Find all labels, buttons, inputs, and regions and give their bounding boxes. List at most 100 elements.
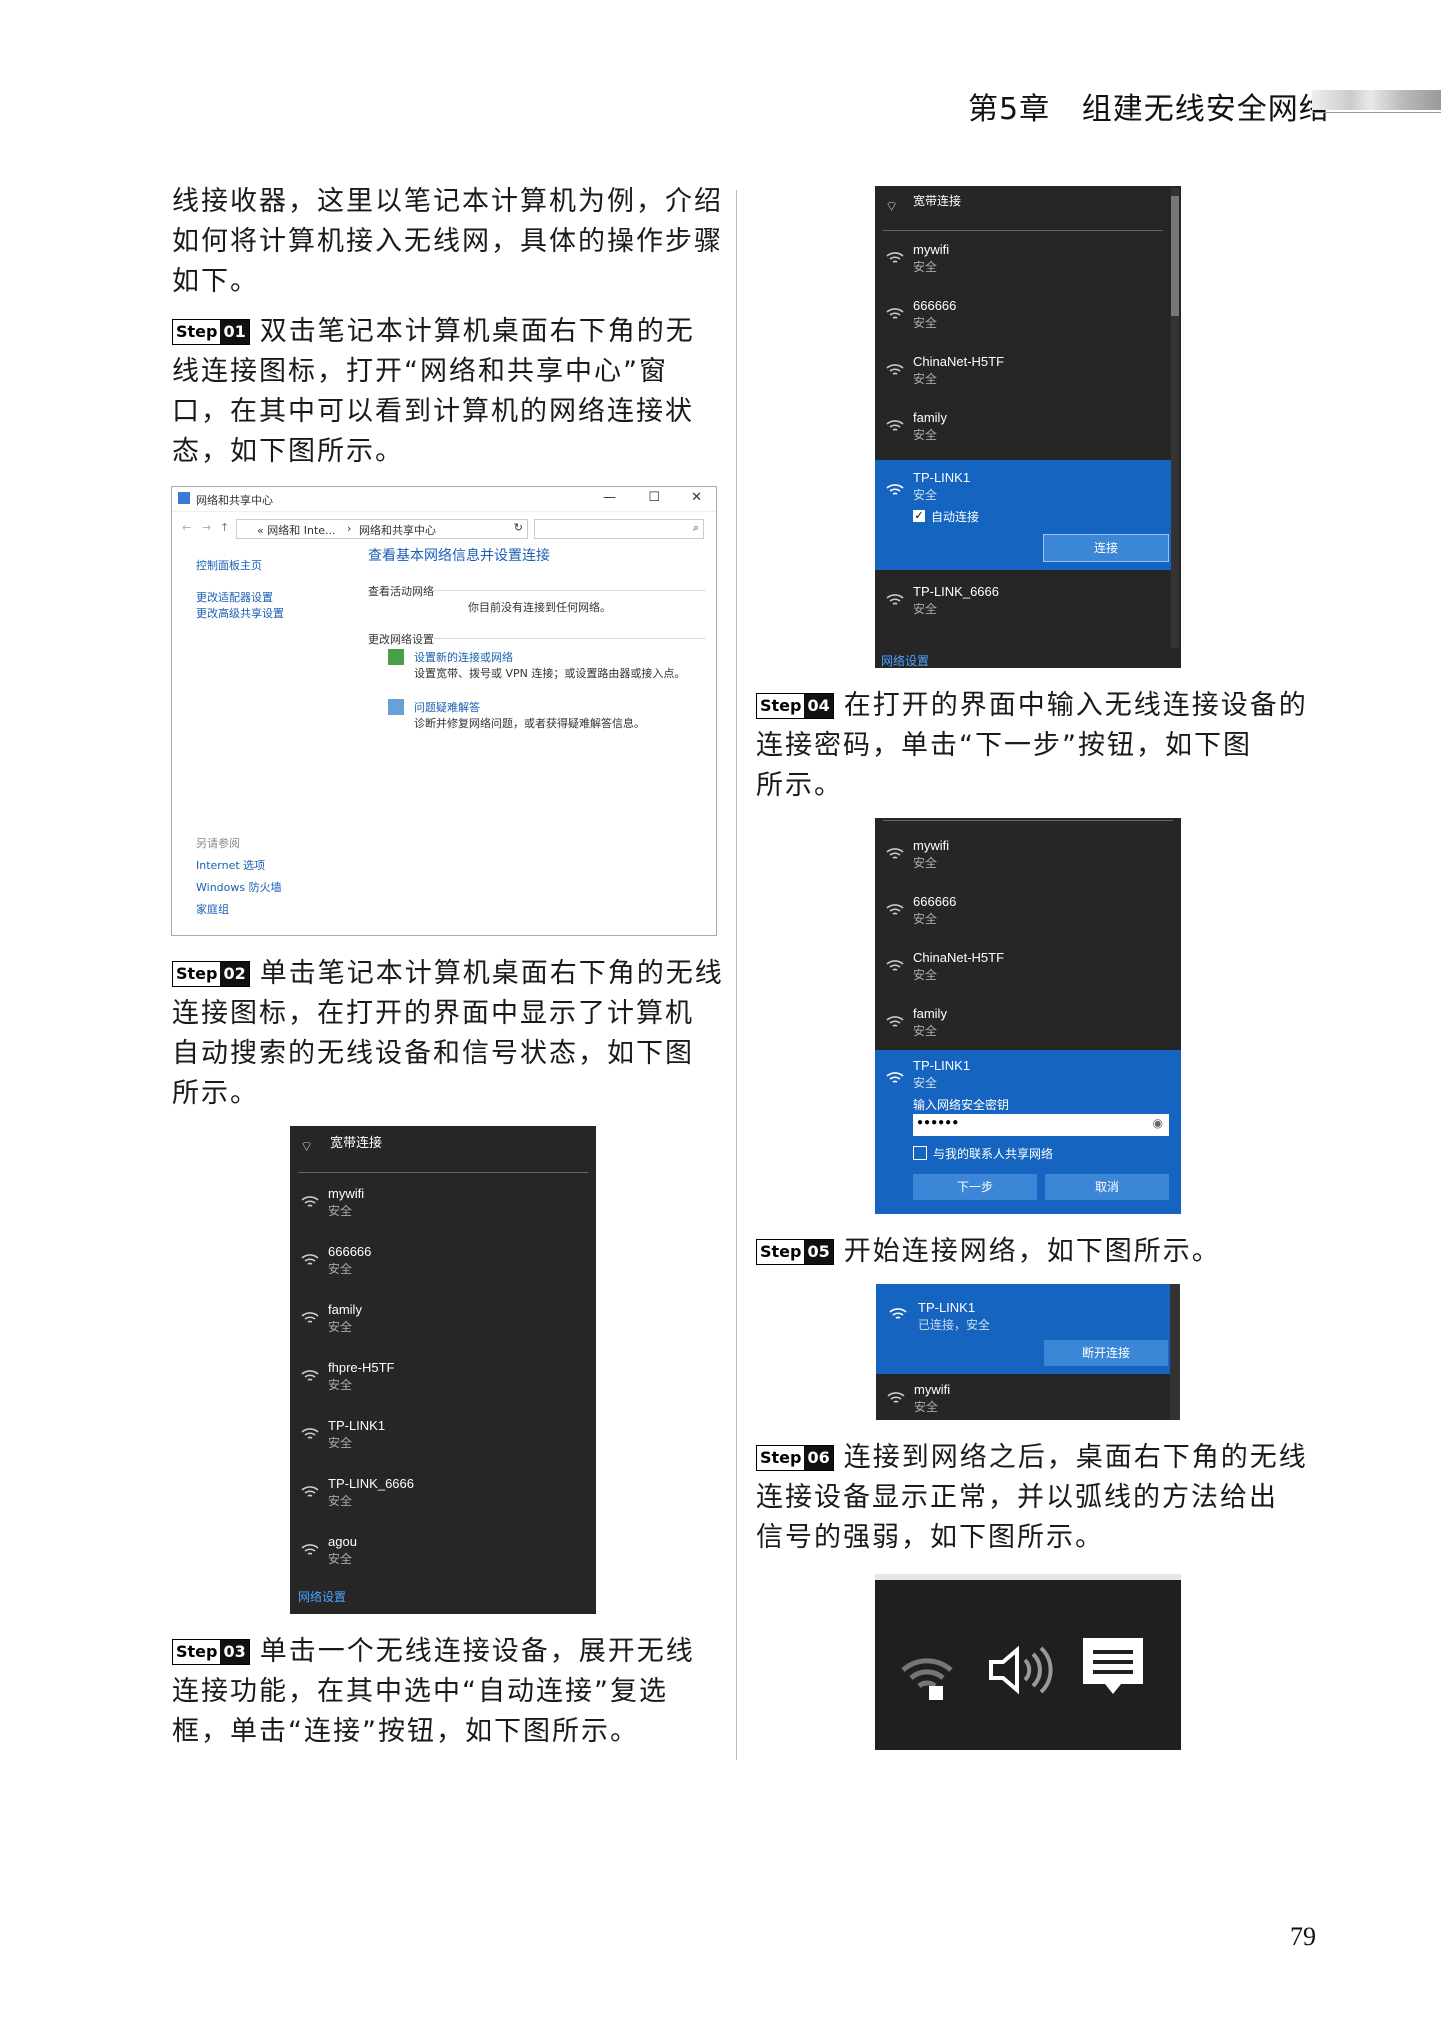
wifi-icon: [885, 590, 905, 608]
wifi-icon: [300, 1250, 320, 1268]
address-bar[interactable]: « 网络和 Inte... › 网络和共享中心 ↻: [236, 519, 528, 539]
window-title: 网络和共享中心: [196, 494, 273, 507]
broadband-icon: ⌔: [300, 1138, 314, 1154]
wifi-connected-panel: TP-LINK1 已连接，安全 断开连接 mywifi 安全: [876, 1284, 1180, 1420]
window-titlebar: 网络和共享中心 — ☐ ✕: [172, 487, 716, 512]
wifi-icon: [300, 1192, 320, 1210]
link-homegroup[interactable]: 家庭组: [196, 901, 229, 917]
minimize-button[interactable]: —: [603, 490, 616, 505]
wifi-tray-icon[interactable]: [899, 1646, 955, 1702]
disconnect-button[interactable]: 断开连接: [1044, 1340, 1168, 1366]
network-settings-link[interactable]: 网络设置: [298, 1588, 346, 1605]
wifi-icon: [885, 1012, 905, 1030]
step-badge: Step 01: [172, 319, 250, 345]
selected-network[interactable]: TP-LINK1 安全 输入网络安全密钥 ●●●●●● ◉ 与我的联系人共享网络…: [875, 1050, 1181, 1214]
share-checkbox[interactable]: [913, 1146, 927, 1160]
wifi-icon: [885, 844, 905, 862]
page-number: 79: [1290, 1922, 1316, 1951]
step-badge: Step 06: [756, 1445, 834, 1471]
broadband-connection[interactable]: 宽带连接: [913, 192, 961, 209]
wifi-icon: [300, 1540, 320, 1558]
connected-network[interactable]: TP-LINK1 已连接，安全 断开连接: [876, 1284, 1170, 1374]
wifi-icon: [300, 1308, 320, 1326]
sidebar-link-adapter[interactable]: 更改适配器设置: [196, 589, 273, 605]
wifi-icon: [885, 1068, 905, 1091]
setup-connection-link[interactable]: 设置新的连接或网络: [414, 649, 513, 665]
header-decoration-bar: [1312, 90, 1441, 110]
wifi-icon: [885, 304, 905, 322]
intro-paragraph: 线接收器，这里以笔记本计算机为例，介绍 如何将计算机接入无线网，具体的操作步骤 …: [172, 182, 732, 302]
link-firewall[interactable]: Windows 防火墙: [196, 879, 282, 895]
up-arrow-icon[interactable]: ↑: [220, 521, 229, 534]
new-connection-icon: [388, 649, 404, 665]
see-also-label: 另请参阅: [196, 837, 240, 850]
wifi-icon: [300, 1366, 320, 1384]
refresh-icon[interactable]: ↻: [514, 521, 523, 534]
change-settings-label: 更改网络设置: [368, 633, 434, 646]
search-input[interactable]: ⌕: [534, 519, 704, 539]
chapter-number: 第5章: [968, 92, 1051, 127]
step02-paragraph: Step 02 单击笔记本计算机桌面右下角的无线 连接图标，在打开的界面中显示了计算…: [172, 958, 724, 1109]
wifi-icon: [885, 900, 905, 918]
next-button[interactable]: 下一步: [913, 1174, 1037, 1200]
sidebar-link-sharing[interactable]: 更改高级共享设置: [196, 605, 284, 621]
step03-paragraph: Step 03 单击一个无线连接设备，展开无线 连接功能，在其中选中“自动连接”复选…: [172, 1636, 695, 1747]
step-badge: Step 04: [756, 693, 834, 719]
close-button[interactable]: ✕: [691, 490, 702, 505]
link-internet-options[interactable]: Internet 选项: [196, 857, 265, 873]
active-networks-label: 查看活动网络: [368, 585, 434, 598]
taskbar-tray: [875, 1574, 1181, 1750]
wifi-icon: [885, 248, 905, 266]
troubleshoot-icon: [388, 699, 404, 715]
action-center-icon[interactable]: [1081, 1636, 1145, 1704]
wifi-connect-panel: ⌔ 宽带连接 mywifi 安全 666666 安全 ChinaNet-H5TF 安全 fa…: [875, 186, 1181, 668]
step06-paragraph: Step 06 连接到网络之后，桌面右下角的无线 连接设备显示正常，并以弧线的方法给…: [756, 1442, 1308, 1553]
wifi-icon: [300, 1424, 320, 1442]
wifi-icon: [885, 480, 905, 503]
intro-line: 线接收器，这里以笔记本计算机为例，介绍: [172, 186, 723, 217]
auto-connect-checkbox[interactable]: ✓: [913, 510, 925, 522]
broadband-icon: ⌔: [885, 198, 899, 214]
wifi-icon: [885, 416, 905, 434]
password-input[interactable]: ●●●●●● ◉: [913, 1114, 1169, 1136]
address-bar-row: ← → ↑ « 网络和 Inte... › 网络和共享中心 ↻ ⌕: [178, 519, 710, 539]
page-heading: 查看基本网络信息并设置连接: [368, 548, 550, 564]
scrollbar[interactable]: [1171, 188, 1179, 648]
troubleshoot-link[interactable]: 问题疑难解答: [414, 699, 480, 715]
forward-arrow-icon[interactable]: →: [202, 521, 211, 534]
password-prompt: 输入网络安全密钥: [913, 1098, 1010, 1112]
wifi-icon: [885, 360, 905, 378]
step-badge: Step 03: [172, 1639, 250, 1665]
volume-icon[interactable]: [983, 1640, 1053, 1700]
back-arrow-icon[interactable]: ←: [182, 521, 191, 534]
network-icon: [178, 492, 190, 504]
reveal-password-icon[interactable]: ◉: [1153, 1116, 1163, 1130]
header-rule: [1312, 112, 1441, 113]
step01-paragraph: Step 01 双击笔记本计算机桌面右下角的无 线连接图标，打开“网络和共享中心”窗…: [172, 316, 695, 467]
wifi-icon: [888, 1304, 908, 1327]
wifi-password-panel: mywifi 安全 666666 安全 ChinaNet-H5TF 安全 family 安全 …: [875, 818, 1181, 1214]
step04-paragraph: Step 04 在打开的界面中输入无线连接设备的 连接密码，单击“下一步”按钮，如下…: [756, 690, 1308, 801]
chapter-title: 组建无线安全网络: [1081, 92, 1330, 127]
connect-button[interactable]: 连接: [1043, 534, 1169, 562]
step-badge: Step 05: [756, 1239, 834, 1265]
active-networks-text: 你目前没有连接到任何网络。: [468, 601, 611, 614]
wifi-icon: [300, 1482, 320, 1500]
intro-line: 如下。: [172, 266, 259, 297]
search-icon: ⌕: [692, 521, 699, 534]
wifi-list-panel: ⌔ 宽带连接 mywifi 安全 666666 安全 family 安全 fhpre-H5T…: [290, 1126, 596, 1614]
step-badge: Step 02: [172, 961, 250, 987]
intro-line: 如何将计算机接入无线网，具体的操作步骤: [172, 226, 723, 257]
column-divider: [736, 190, 737, 1760]
wifi-icon: [886, 1388, 906, 1406]
network-sharing-center-window: 网络和共享中心 — ☐ ✕ ← → ↑ « 网络和 Inte... › 网络和共…: [171, 486, 717, 936]
broadband-connection[interactable]: 宽带连接: [330, 1132, 382, 1151]
selected-network[interactable]: TP-LINK1 安全 ✓ 自动连接 连接: [875, 460, 1171, 570]
scrollbar[interactable]: [1170, 1284, 1180, 1420]
step05-paragraph: Step 05 开始连接网络，如下图所示。: [756, 1232, 1316, 1272]
chapter-header: 第5章 组建无线安全网络: [968, 84, 1330, 128]
network-settings-link[interactable]: 网络设置: [881, 652, 929, 669]
sidebar-link-control-panel[interactable]: 控制面板主页: [196, 557, 262, 573]
maximize-button[interactable]: ☐: [648, 490, 660, 505]
cancel-button[interactable]: 取消: [1045, 1174, 1169, 1200]
